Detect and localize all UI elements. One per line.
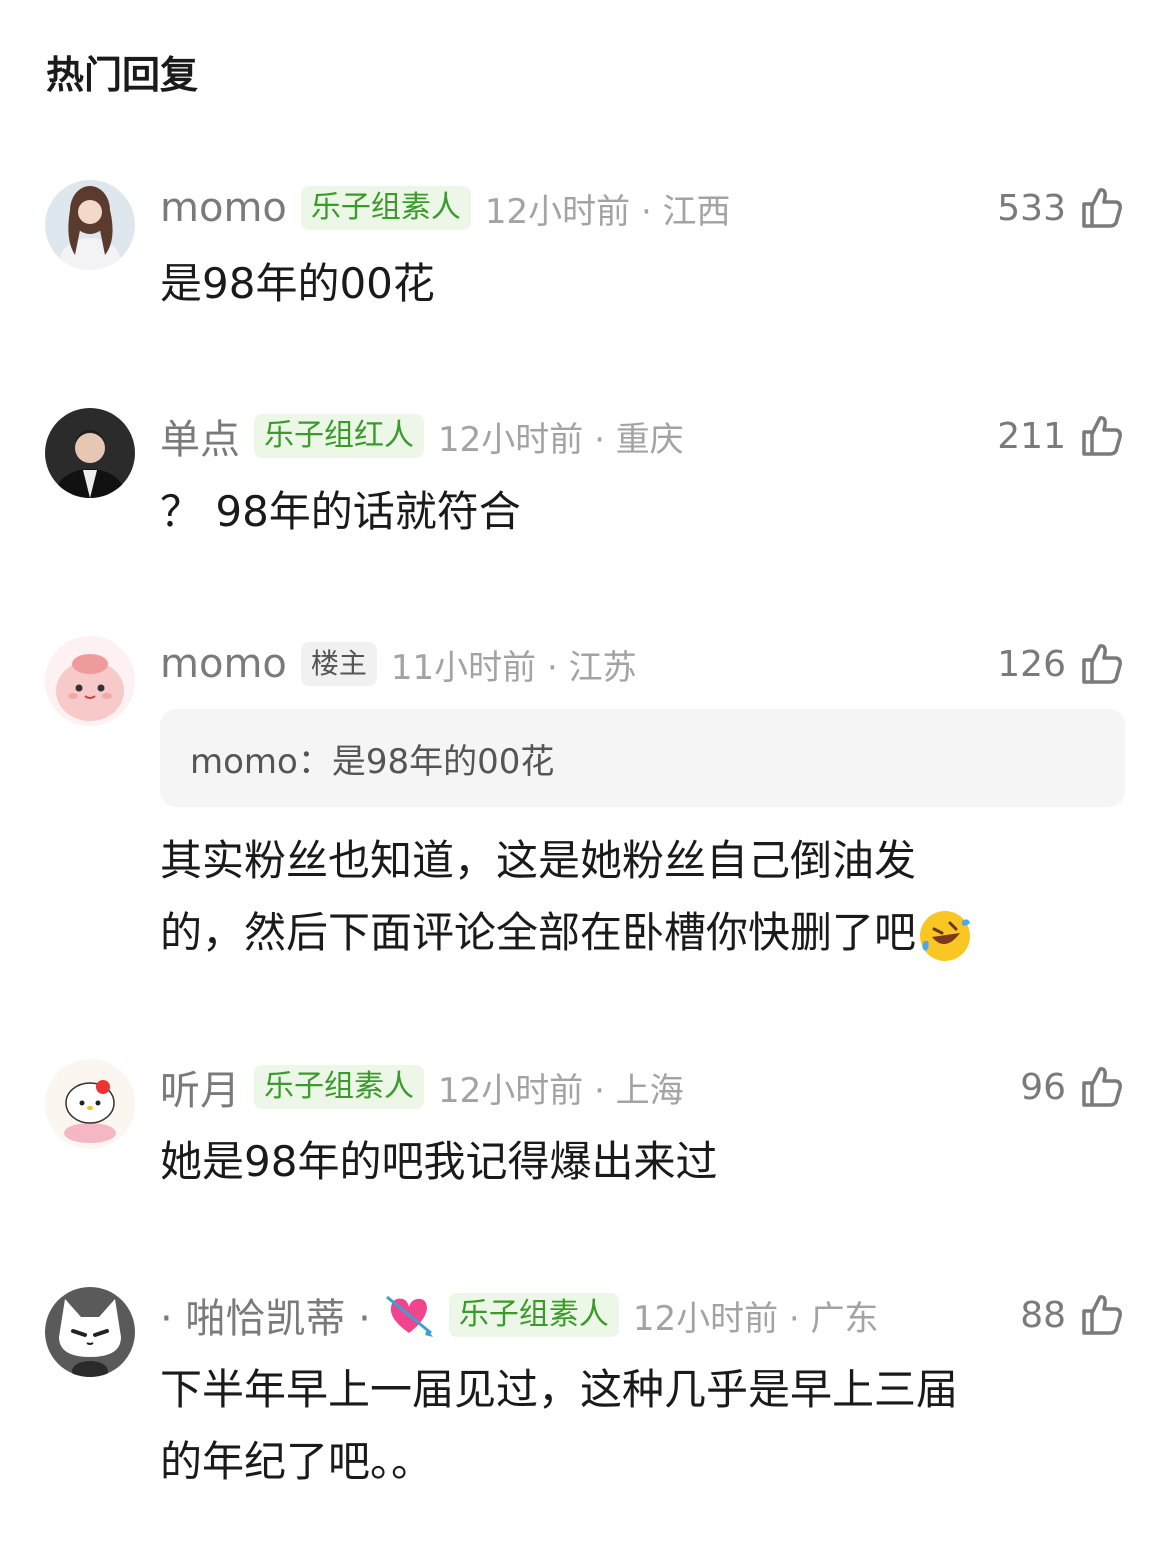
like-button[interactable]: 88 [1020, 1290, 1126, 1340]
quoted-comment[interactable]: momo：是98年的00花 [160, 709, 1125, 807]
avatar[interactable] [45, 408, 135, 498]
comment-text: 下半年早上一届见过，这种几乎是早上三届 的年纪了吧。。 [160, 1354, 1110, 1498]
comment-text-line: 的，然后下面评论全部在卧槽你快删了吧 [160, 897, 1110, 969]
rofl-emoji [920, 910, 971, 961]
user-badge: 乐子组素人 [300, 186, 471, 230]
timestamp-location: 12小时前 · 广东 [632, 1298, 879, 1339]
comment-text-line-content: 的，然后下面评论全部在卧槽你快删了吧 [160, 908, 917, 957]
timestamp-location: 12小时前 · 重庆 [438, 419, 684, 460]
like-count: 88 [1020, 1294, 1066, 1336]
hot-replies-page: 热门回复 momo 乐子组素人 12小时前 · 江西 533 是98年的00花 [0, 0, 1170, 1543]
user-badge: 乐子组素人 [448, 1293, 619, 1337]
thumbs-up-icon [1082, 188, 1122, 228]
like-button[interactable]: 533 [997, 183, 1126, 233]
comment-header: · 啪恰凯蒂 · 乐子组素人 12小时前 · 广东 [160, 1290, 879, 1342]
user-badge: 乐子组红人 [254, 414, 424, 458]
like-button[interactable]: 96 [1020, 1062, 1126, 1112]
comment-text: ？ 98年的话就符合 [160, 487, 521, 536]
owner-badge: 楼主 [300, 642, 377, 686]
heart-arrow-emoji [385, 1295, 433, 1337]
thumbs-up-icon [1082, 416, 1122, 456]
quoted-text: momo：是98年的00花 [190, 741, 555, 782]
username[interactable]: · 啪恰凯蒂 · [160, 1286, 371, 1344]
avatar[interactable] [45, 1059, 135, 1149]
thumbs-up-icon [1082, 1067, 1122, 1107]
timestamp-location: 11小时前 · 江苏 [390, 647, 637, 688]
timestamp-location: 12小时前 · 上海 [438, 1070, 684, 1111]
like-count: 126 [997, 643, 1066, 685]
comment-text-line: 下半年早上一届见过，这种几乎是早上三届 [160, 1365, 959, 1414]
like-count: 96 [1020, 1066, 1066, 1108]
section-title: 热门回复 [46, 53, 199, 97]
username[interactable]: 听月 [160, 1058, 240, 1116]
avatar[interactable] [45, 180, 135, 270]
timestamp-location: 12小时前 · 江西 [484, 191, 731, 232]
comment-text-line: 的年纪了吧。。 [160, 1437, 434, 1486]
comment-text-line: 其实粉丝也知道，这是她粉丝自己倒油发 [160, 836, 917, 885]
comment-header: 单点 乐子组红人 12小时前 · 重庆 [160, 411, 684, 463]
username[interactable]: 单点 [160, 407, 240, 465]
like-button[interactable]: 211 [997, 411, 1126, 461]
like-count: 211 [997, 415, 1066, 457]
like-count: 533 [997, 187, 1066, 229]
username[interactable]: momo [160, 641, 287, 687]
username[interactable]: momo [160, 185, 287, 231]
comment-header: 听月 乐子组素人 12小时前 · 上海 [160, 1062, 684, 1114]
user-badge: 乐子组素人 [254, 1065, 424, 1109]
comment-header: momo 楼主 11小时前 · 江苏 [160, 639, 637, 689]
comment-text: 是98年的00花 [160, 259, 435, 308]
comment-text: 其实粉丝也知道，这是她粉丝自己倒油发 的，然后下面评论全部在卧槽你快删了吧 [160, 825, 1110, 969]
thumbs-up-icon [1082, 644, 1122, 684]
thumbs-up-icon [1082, 1295, 1122, 1335]
comment-header: momo 乐子组素人 12小时前 · 江西 [160, 183, 731, 233]
avatar[interactable] [45, 636, 135, 726]
like-button[interactable]: 126 [997, 639, 1126, 689]
comment-text: 她是98年的吧我记得爆出来过 [160, 1137, 718, 1186]
avatar[interactable] [45, 1287, 135, 1377]
